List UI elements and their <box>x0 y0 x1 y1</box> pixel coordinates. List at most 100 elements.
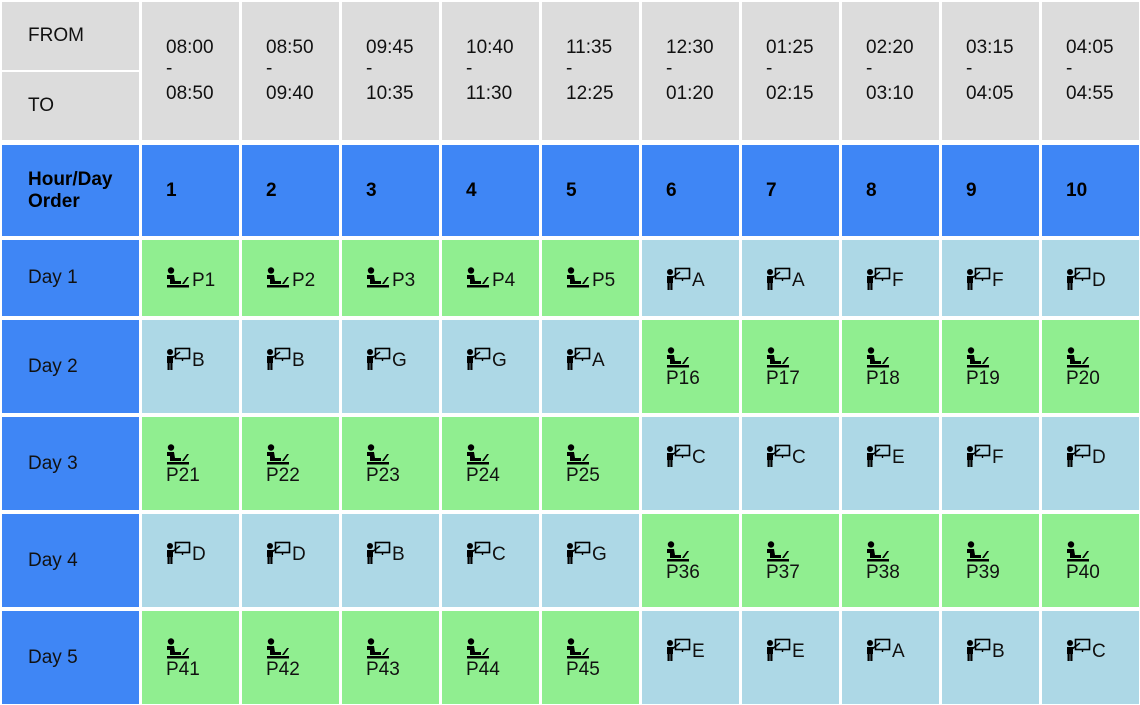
practical-slot[interactable]: P43 <box>342 611 439 704</box>
theory-slot[interactable]: A <box>842 611 939 704</box>
slot-code: P22 <box>266 465 300 486</box>
theory-slot[interactable]: C <box>642 417 739 510</box>
theory-slot[interactable]: B <box>342 514 439 607</box>
slot-code: P43 <box>366 659 400 680</box>
slot-content: P19 <box>966 347 1000 389</box>
time-dash: - <box>666 58 673 79</box>
practical-slot[interactable]: P42 <box>242 611 339 704</box>
practical-slot[interactable]: P5 <box>542 240 639 316</box>
theory-slot[interactable]: C <box>742 417 839 510</box>
practical-slot[interactable]: P4 <box>442 240 539 316</box>
practical-slot[interactable]: P40 <box>1042 514 1139 607</box>
theory-slot[interactable]: D <box>242 514 339 607</box>
theory-slot[interactable]: B <box>142 320 239 413</box>
theory-slot[interactable]: E <box>642 611 739 704</box>
slot-code: E <box>792 641 805 662</box>
to-time: 11:30 <box>466 83 513 104</box>
from-time: 01:25 <box>766 37 814 58</box>
slot-code: B <box>192 350 205 371</box>
slot-content: A <box>566 347 605 371</box>
theory-slot[interactable]: C <box>1042 611 1139 704</box>
time-dash: - <box>866 58 873 79</box>
practical-slot[interactable]: P37 <box>742 514 839 607</box>
slot-content: D <box>266 541 306 565</box>
practical-slot[interactable]: P16 <box>642 320 739 413</box>
theory-slot[interactable]: B <box>942 611 1039 704</box>
theory-slot[interactable]: B <box>242 320 339 413</box>
theory-slot[interactable]: G <box>542 514 639 607</box>
slot-code: P44 <box>466 659 500 680</box>
theory-slot[interactable]: A <box>742 240 839 316</box>
practical-slot[interactable]: P23 <box>342 417 439 510</box>
time-dash: - <box>266 58 273 79</box>
to-time: 02:15 <box>766 83 814 104</box>
theory-slot[interactable]: G <box>342 320 439 413</box>
day-label-3: Day 3 <box>2 417 139 510</box>
slot-code: A <box>892 641 905 662</box>
practical-slot[interactable]: P38 <box>842 514 939 607</box>
theory-slot[interactable]: D <box>142 514 239 607</box>
practical-slot[interactable]: P44 <box>442 611 539 704</box>
practical-slot[interactable]: P36 <box>642 514 739 607</box>
theory-slot[interactable]: D <box>1042 417 1139 510</box>
time-range-period-9: 03:15- 04:05 <box>942 2 1039 140</box>
practical-slot[interactable]: P2 <box>242 240 339 316</box>
practical-slot[interactable]: P39 <box>942 514 1039 607</box>
slot-content: B <box>166 347 205 371</box>
theory-slot[interactable]: E <box>842 417 939 510</box>
period-number-7: 7 <box>742 145 839 236</box>
slot-content: P18 <box>866 347 900 389</box>
practical-slot[interactable]: P24 <box>442 417 539 510</box>
practical-slot[interactable]: P41 <box>142 611 239 704</box>
practical-slot[interactable]: P45 <box>542 611 639 704</box>
slot-content: P21 <box>166 444 200 486</box>
practical-slot[interactable]: P22 <box>242 417 339 510</box>
theory-slot[interactable]: F <box>942 417 1039 510</box>
practical-slot[interactable]: P19 <box>942 320 1039 413</box>
teacher-at-board-icon <box>466 347 492 371</box>
theory-slot[interactable]: F <box>942 240 1039 316</box>
teacher-at-board-icon <box>166 347 192 371</box>
theory-slot[interactable]: F <box>842 240 939 316</box>
student-at-computer-icon <box>566 267 592 291</box>
slot-code: P21 <box>166 465 200 486</box>
practical-slot[interactable]: P25 <box>542 417 639 510</box>
practical-slot[interactable]: P3 <box>342 240 439 316</box>
practical-slot[interactable]: P18 <box>842 320 939 413</box>
theory-slot[interactable]: G <box>442 320 539 413</box>
theory-slot[interactable]: A <box>642 240 739 316</box>
period-number-5: 5 <box>542 145 639 236</box>
time-dash: - <box>966 58 973 79</box>
slot-code: A <box>592 350 605 371</box>
slot-code: P42 <box>266 659 300 680</box>
slot-code: C <box>692 447 706 468</box>
practical-slot[interactable]: P17 <box>742 320 839 413</box>
slot-code: F <box>992 270 1004 291</box>
to-time: 09:40 <box>266 83 314 104</box>
teacher-at-board-icon <box>966 638 992 662</box>
theory-slot[interactable]: C <box>442 514 539 607</box>
theory-slot[interactable]: E <box>742 611 839 704</box>
teacher-at-board-icon <box>166 541 192 565</box>
practical-slot[interactable]: P20 <box>1042 320 1139 413</box>
time-range-period-4: 10:40- 11:30 <box>442 2 539 140</box>
slot-content: P16 <box>666 347 700 389</box>
slot-code: P23 <box>366 465 400 486</box>
teacher-at-board-icon <box>266 347 292 371</box>
period-number-9: 9 <box>942 145 1039 236</box>
theory-slot[interactable]: A <box>542 320 639 413</box>
period-number-8: 8 <box>842 145 939 236</box>
slot-content: D <box>166 541 206 565</box>
slot-content: P17 <box>766 347 800 389</box>
teacher-at-board-icon <box>866 444 892 468</box>
slot-code: D <box>192 544 206 565</box>
slot-content: C <box>766 444 806 468</box>
teacher-at-board-icon <box>866 638 892 662</box>
theory-slot[interactable]: D <box>1042 240 1139 316</box>
day-label-5: Day 5 <box>2 611 139 704</box>
slot-code: P19 <box>966 368 1000 389</box>
practical-slot[interactable]: P1 <box>142 240 239 316</box>
slot-code: P3 <box>392 270 416 291</box>
practical-slot[interactable]: P21 <box>142 417 239 510</box>
period-number-10: 10 <box>1042 145 1139 236</box>
